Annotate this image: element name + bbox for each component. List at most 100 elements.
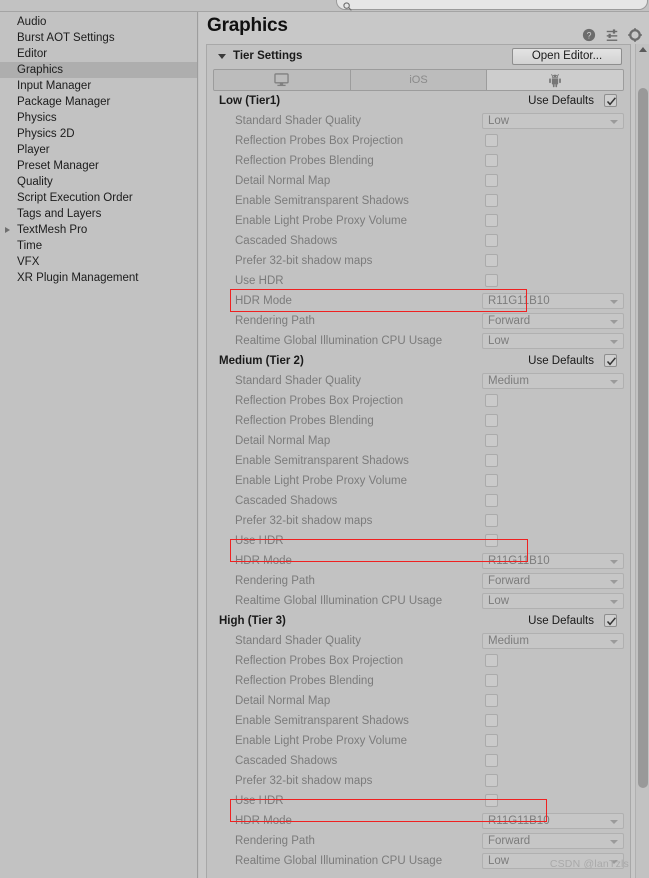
tab-standalone[interactable] bbox=[214, 70, 351, 90]
chevron-down-icon bbox=[610, 580, 618, 584]
reflection-probes-box-projection-checkbox[interactable] bbox=[485, 654, 498, 667]
enable-light-probe-proxy-volume-checkbox[interactable] bbox=[485, 734, 498, 747]
use-hdr-checkbox[interactable] bbox=[485, 534, 498, 547]
foldout-arrow-icon[interactable] bbox=[218, 54, 226, 59]
setting-row-cascaded-shadows: Cascaded Shadows bbox=[213, 231, 624, 251]
open-editor-button[interactable]: Open Editor... bbox=[512, 48, 622, 65]
tier-name: Low (Tier1) bbox=[219, 95, 281, 107]
sidebar-item-vfx[interactable]: VFX bbox=[0, 254, 197, 270]
cascaded-shadows-checkbox[interactable] bbox=[485, 234, 498, 247]
enable-semitransparent-shadows-checkbox[interactable] bbox=[485, 714, 498, 727]
setting-label: Use HDR bbox=[235, 535, 284, 547]
rendering-path-dropdown[interactable]: Forward bbox=[482, 313, 624, 329]
reflection-probes-box-projection-checkbox[interactable] bbox=[485, 134, 498, 147]
setting-row-reflection-probes-box-projection: Reflection Probes Box Projection bbox=[213, 651, 624, 671]
tier-header: Low (Tier1) Use Defaults bbox=[213, 91, 624, 111]
cascaded-shadows-checkbox[interactable] bbox=[485, 754, 498, 767]
use-defaults-checkbox[interactable] bbox=[604, 94, 617, 107]
setting-label: Detail Normal Map bbox=[235, 175, 331, 187]
standard-shader-quality-dropdown[interactable]: Medium bbox=[482, 373, 624, 389]
sidebar-item-textmesh-pro[interactable]: TextMesh Pro bbox=[0, 222, 197, 238]
reflection-probes-box-projection-checkbox[interactable] bbox=[485, 394, 498, 407]
prefer-32-bit-shadow-maps-checkbox[interactable] bbox=[485, 254, 498, 267]
sidebar-item-burst-aot-settings[interactable]: Burst AOT Settings bbox=[0, 30, 197, 46]
realtime-global-illumination-cpu-usage-dropdown[interactable]: Low bbox=[482, 593, 624, 609]
setting-row-use-hdr: Use HDR bbox=[213, 531, 624, 551]
hdr-mode-value: R11G11B10 bbox=[488, 295, 550, 307]
scroll-up-arrow-icon[interactable] bbox=[639, 47, 647, 52]
enable-semitransparent-shadows-checkbox[interactable] bbox=[485, 454, 498, 467]
detail-normal-map-checkbox[interactable] bbox=[485, 434, 498, 447]
scrollbar-thumb[interactable] bbox=[638, 88, 648, 788]
sidebar-item-xr-plugin-management[interactable]: XR Plugin Management bbox=[0, 270, 197, 286]
standard-shader-quality-dropdown[interactable]: Low bbox=[482, 113, 624, 129]
preset-icon[interactable] bbox=[605, 28, 619, 42]
tab-android[interactable] bbox=[487, 70, 623, 90]
reflection-probes-blending-checkbox[interactable] bbox=[485, 674, 498, 687]
detail-normal-map-checkbox[interactable] bbox=[485, 694, 498, 707]
setting-label: Realtime Global Illumination CPU Usage bbox=[235, 595, 443, 607]
hdr-mode-dropdown[interactable]: R11G11B10 bbox=[482, 293, 624, 309]
expand-arrow-icon[interactable] bbox=[5, 227, 10, 233]
platform-tab-strip: iOS bbox=[213, 69, 624, 91]
enable-semitransparent-shadows-checkbox[interactable] bbox=[485, 194, 498, 207]
sidebar-item-physics[interactable]: Physics bbox=[0, 110, 197, 126]
settings-sidebar: Audio Burst AOT Settings Editor Graphics Inp… bbox=[0, 12, 198, 878]
prefer-32-bit-shadow-maps-checkbox[interactable] bbox=[485, 514, 498, 527]
gear-icon[interactable] bbox=[628, 28, 642, 42]
setting-label: HDR Mode bbox=[235, 295, 292, 307]
tier-settings-foldout[interactable]: Tier Settings Open Editor... bbox=[207, 45, 630, 67]
sidebar-item-audio[interactable]: Audio bbox=[0, 14, 197, 30]
setting-row-reflection-probes-box-projection: Reflection Probes Box Projection bbox=[213, 391, 624, 411]
cascaded-shadows-checkbox[interactable] bbox=[485, 494, 498, 507]
use-defaults-checkbox[interactable] bbox=[604, 614, 617, 627]
sidebar-item-label: VFX bbox=[17, 256, 40, 268]
realtime-global-illumination-cpu-usage-value: Low bbox=[488, 855, 510, 867]
sidebar-item-preset-manager[interactable]: Preset Manager bbox=[0, 158, 197, 174]
search-input[interactable] bbox=[336, 0, 648, 11]
rendering-path-dropdown[interactable]: Forward bbox=[482, 833, 624, 849]
realtime-global-illumination-cpu-usage-dropdown[interactable]: Low bbox=[482, 333, 624, 349]
header-icon-group: ? bbox=[582, 28, 642, 42]
detail-normal-map-checkbox[interactable] bbox=[485, 174, 498, 187]
rendering-path-dropdown[interactable]: Forward bbox=[482, 573, 624, 589]
setting-row-enable-semitransparent-shadows: Enable Semitransparent Shadows bbox=[213, 711, 624, 731]
reflection-probes-blending-checkbox[interactable] bbox=[485, 414, 498, 427]
tab-ios[interactable]: iOS bbox=[350, 70, 488, 90]
chevron-down-icon bbox=[610, 560, 618, 564]
prefer-32-bit-shadow-maps-checkbox[interactable] bbox=[485, 774, 498, 787]
tier-settings-body: Low (Tier1) Use Defaults Standard Shader Q… bbox=[213, 91, 624, 875]
rendering-path-value: Forward bbox=[488, 575, 531, 587]
setting-label: Standard Shader Quality bbox=[235, 375, 361, 387]
sidebar-item-input-manager[interactable]: Input Manager bbox=[0, 78, 197, 94]
sidebar-item-player[interactable]: Player bbox=[0, 142, 197, 158]
chevron-down-icon bbox=[610, 340, 618, 344]
use-defaults-checkbox[interactable] bbox=[604, 354, 617, 367]
setting-row-realtime-global-illumination-cpu-usage: Realtime Global Illumination CPU Usage Lo… bbox=[213, 331, 624, 351]
hdr-mode-dropdown[interactable]: R11G11B10 bbox=[482, 813, 624, 829]
hdr-mode-dropdown[interactable]: R11G11B10 bbox=[482, 553, 624, 569]
setting-row-cascaded-shadows: Cascaded Shadows bbox=[213, 751, 624, 771]
standard-shader-quality-dropdown[interactable]: Medium bbox=[482, 633, 624, 649]
sidebar-item-quality[interactable]: Quality bbox=[0, 174, 197, 190]
sidebar-item-time[interactable]: Time bbox=[0, 238, 197, 254]
sidebar-item-graphics[interactable]: Graphics bbox=[0, 62, 197, 78]
setting-row-standard-shader-quality: Standard Shader Quality Low bbox=[213, 111, 624, 131]
use-hdr-checkbox[interactable] bbox=[485, 274, 498, 287]
help-icon[interactable]: ? bbox=[582, 28, 596, 42]
reflection-probes-blending-checkbox[interactable] bbox=[485, 154, 498, 167]
sidebar-item-physics-2d[interactable]: Physics 2D bbox=[0, 126, 197, 142]
setting-label: Enable Light Probe Proxy Volume bbox=[235, 215, 407, 227]
sidebar-item-editor[interactable]: Editor bbox=[0, 46, 197, 62]
sidebar-item-package-manager[interactable]: Package Manager bbox=[0, 94, 197, 110]
enable-light-probe-proxy-volume-checkbox[interactable] bbox=[485, 214, 498, 227]
vertical-scrollbar[interactable] bbox=[635, 44, 649, 878]
sidebar-item-script-execution-order[interactable]: Script Execution Order bbox=[0, 190, 197, 206]
sidebar-item-tags-and-layers[interactable]: Tags and Layers bbox=[0, 206, 197, 222]
setting-label: Prefer 32-bit shadow maps bbox=[235, 775, 373, 787]
chevron-down-icon bbox=[610, 120, 618, 124]
setting-label: Rendering Path bbox=[235, 315, 315, 327]
setting-label: HDR Mode bbox=[235, 555, 292, 567]
enable-light-probe-proxy-volume-checkbox[interactable] bbox=[485, 474, 498, 487]
use-hdr-checkbox[interactable] bbox=[485, 794, 498, 807]
